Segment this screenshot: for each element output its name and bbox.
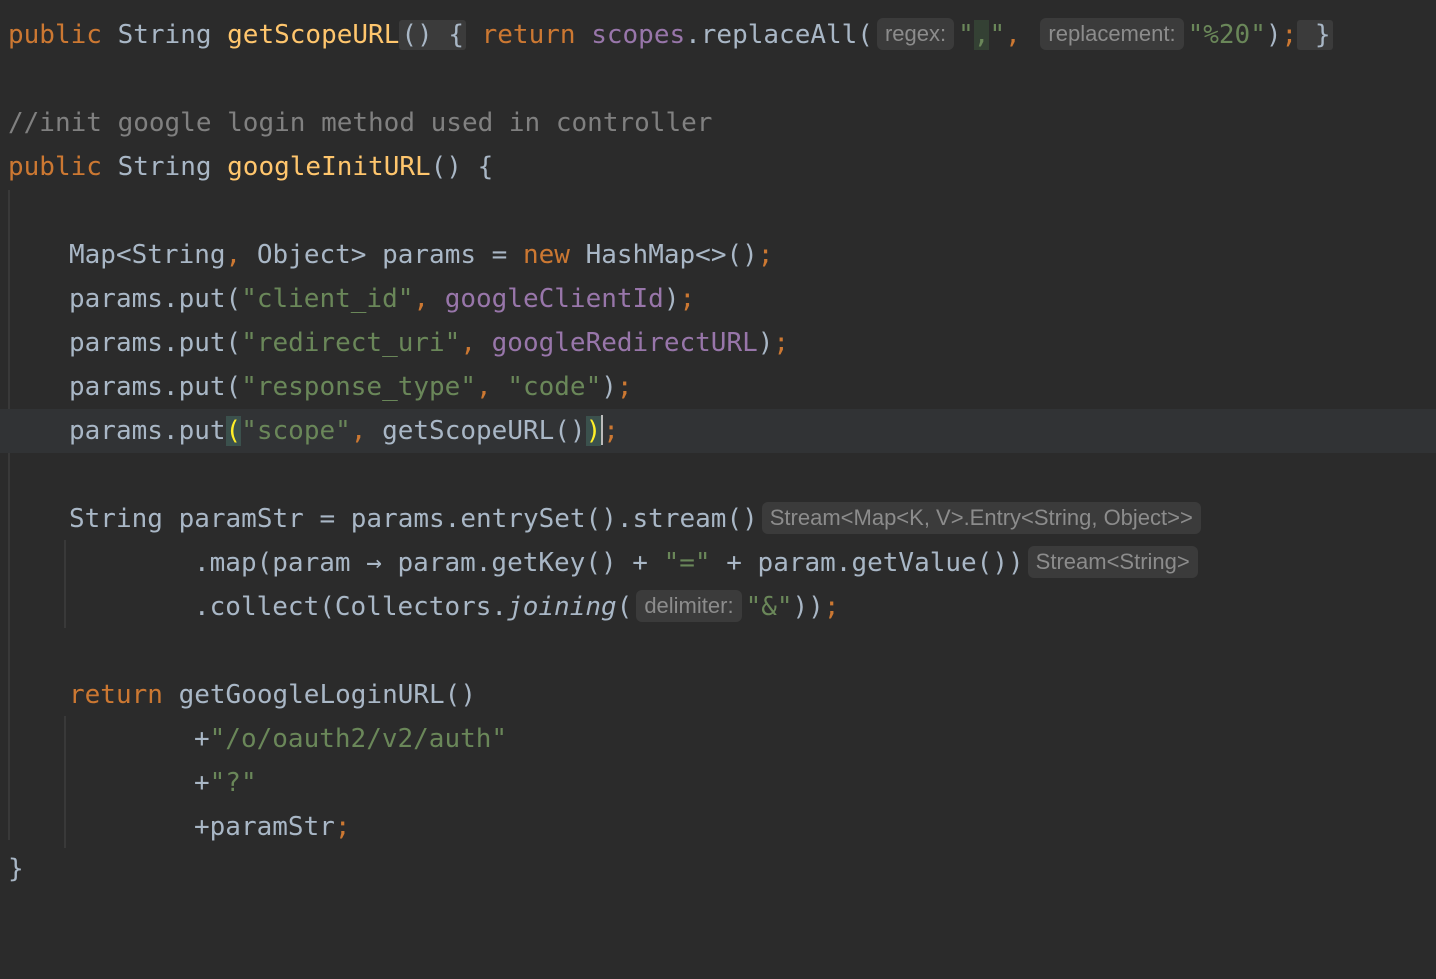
code-line[interactable]: } [0,847,1436,891]
semicolon: ; [334,812,351,842]
code-text: +paramStr [194,812,335,842]
parens: () [401,20,433,50]
folded-region[interactable]: () { [399,20,466,50]
semicolon: ; [773,328,790,358]
code-text: + [194,724,210,754]
code-text: Map<String [69,240,226,270]
comma: , [1005,20,1021,50]
code-text: .collect(Collectors. [194,592,508,622]
parameter-hint: regex: [876,18,955,50]
semicolon: ; [603,416,619,446]
comment: //init google login method used in contr… [8,108,713,138]
method-name: googleInitURL [227,152,431,182]
code-text: ) [601,372,617,402]
field-ref: googleRedirectURL [491,328,758,358]
code-line[interactable]: String paramStr = params.entrySet().stre… [0,497,1436,541]
code-text: Object> params = [241,240,523,270]
keyword: return [481,20,576,50]
field-ref: scopes [591,20,686,50]
comma: , [225,240,242,270]
semicolon: ; [1281,20,1298,50]
string-literal: "," [958,20,1006,50]
code-text: params.put [69,416,226,446]
type-hint: Stream<Map<K, V>.Entry<String, Object>> [761,502,1201,534]
code-editor[interactable]: public String getScopeURL() { return sco… [0,0,1436,890]
comma: , [413,284,430,314]
string-literal: "code" [507,372,602,402]
matched-paren: ( [225,416,242,446]
code-text: String paramStr = params.entrySet().stre… [69,504,758,534]
code-line[interactable]: public String getScopeURL() { return sco… [0,13,1436,57]
string-literal: "/o/oauth2/v2/auth" [209,724,508,754]
semicolon: ; [757,240,774,270]
parameter-hint: replacement: [1040,18,1184,50]
type-name: String [117,20,212,50]
code-line[interactable]: return getGoogleLoginURL() [0,673,1436,717]
comma: , [476,372,492,402]
code-text: HashMap<>() [569,240,758,270]
string-literal: "?" [209,768,257,798]
type-hint: Stream<String> [1027,546,1198,578]
field-ref: googleClientId [444,284,664,314]
semicolon: ; [679,284,696,314]
code-text: getScopeURL() [366,416,586,446]
close-brace: } [8,854,24,884]
code-line[interactable]: params.put("response_type", "code"); [0,365,1436,409]
code-line[interactable]: Map<String, Object> params = new HashMap… [0,233,1436,277]
string-literal: "client_id" [241,284,414,314]
code-text: + param.getValue()) [710,548,1024,578]
keyword: public [8,20,102,50]
parameter-hint: delimiter: [636,590,742,622]
string-literal: "scope" [241,416,351,446]
matched-paren: ) [585,416,602,446]
code-text: )) [792,592,824,622]
code-line[interactable]: +"/o/oauth2/v2/auth" [0,717,1436,761]
current-line[interactable]: params.put("scope", getScopeURL()); [0,409,1436,453]
method-name: getScopeURL [227,20,400,50]
keyword: public [8,152,102,182]
keyword: new [522,240,570,270]
comma: , [460,328,476,358]
semicolon: ; [616,372,633,402]
code-line[interactable]: //init google login method used in contr… [0,101,1436,145]
code-line[interactable]: .map(param → param.getKey() + "=" + para… [0,541,1436,585]
code-line[interactable]: .collect(Collectors.joining(delimiter: "&… [0,585,1436,629]
type-name: String [117,152,212,182]
code-text: .map(param → param.getKey() + [194,548,664,578]
method-call: .replaceAll( [685,20,873,50]
method-signature-rest: () { [430,152,494,182]
string-literal: "&" [745,592,793,622]
semicolon: ; [823,592,840,622]
string-literal: "redirect_uri" [241,328,461,358]
open-brace: { [448,20,464,50]
code-line[interactable]: public String googleInitURL() { [0,145,1436,189]
code-text: params.put( [69,328,242,358]
code-line[interactable]: params.put("redirect_uri", googleRedirec… [0,321,1436,365]
string-literal: "%20" [1187,20,1266,50]
static-method: joining [507,592,617,622]
code-line[interactable]: params.put("client_id", googleClientId); [0,277,1436,321]
code-text: ( [616,592,633,622]
code-line[interactable]: +"?" [0,761,1436,805]
folded-region[interactable]: } [1297,20,1333,50]
code-text: ) [663,284,680,314]
code-line[interactable]: +paramStr; [0,805,1436,849]
string-literal: "response_type" [241,372,476,402]
comma: , [350,416,367,446]
code-text: getGoogleLoginURL() [162,680,476,710]
code-text: params.put( [69,284,242,314]
close-paren: ) [1265,20,1282,50]
code-text: + [194,768,210,798]
keyword: return [69,680,163,710]
string-literal: "=" [663,548,711,578]
code-text: ) [757,328,774,358]
code-text: params.put( [69,372,242,402]
